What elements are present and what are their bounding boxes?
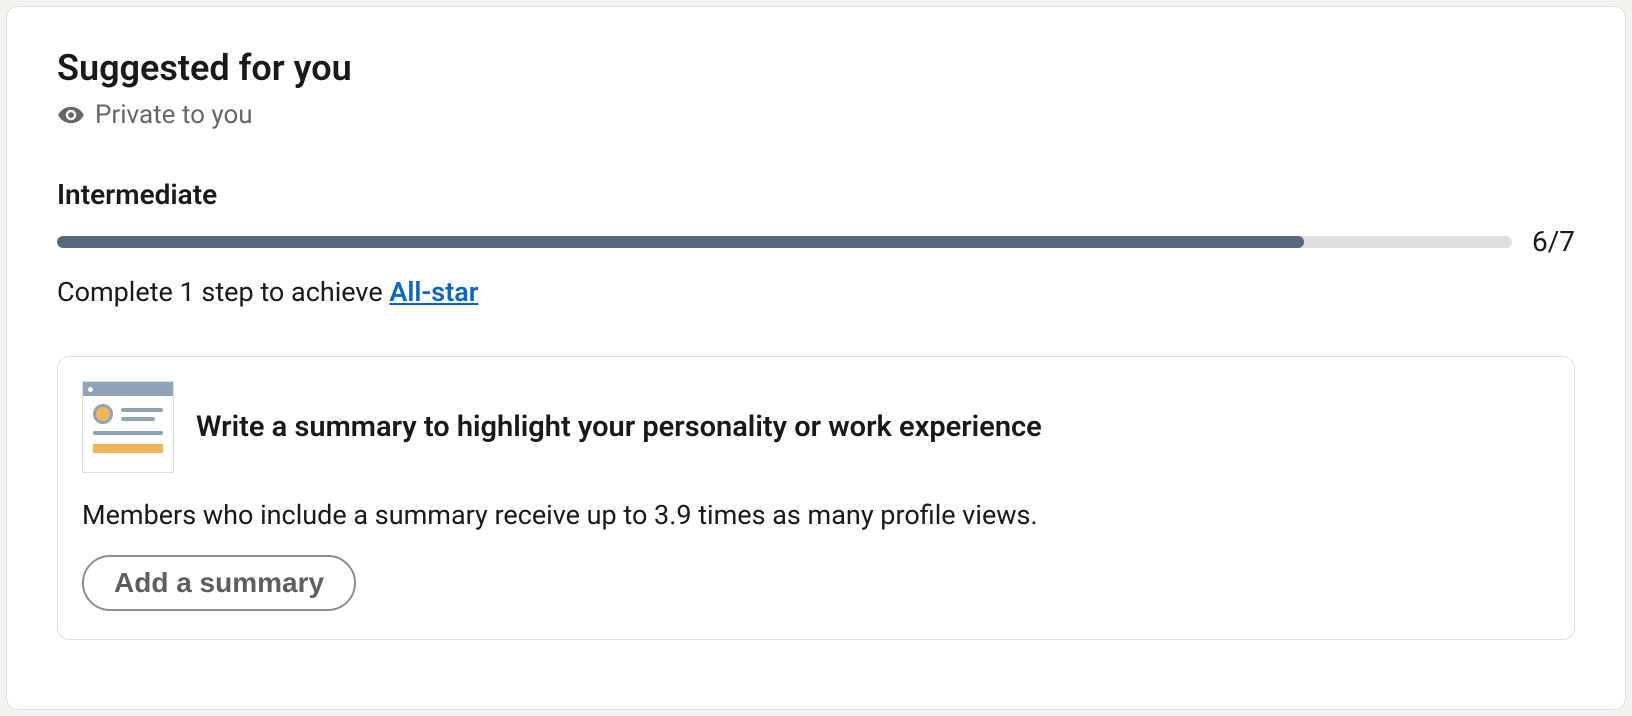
suggestion-header: Write a summary to highlight your person…	[82, 381, 1550, 473]
progress-count: 6/7	[1532, 225, 1575, 258]
suggestion-description: Members who include a summary receive up…	[82, 499, 1550, 531]
progress-track	[57, 236, 1512, 248]
suggestion-card: Write a summary to highlight your person…	[57, 356, 1575, 640]
profile-summary-icon	[82, 381, 174, 473]
progress-step-prefix: Complete 1 step to achieve	[57, 276, 389, 308]
suggested-for-you-card: Suggested for you Private to you Interme…	[6, 6, 1626, 710]
privacy-row: Private to you	[57, 100, 1575, 130]
add-summary-button[interactable]: Add a summary	[82, 555, 356, 611]
progress-row: 6/7	[57, 225, 1575, 258]
progress-fill	[57, 236, 1304, 248]
eye-icon	[57, 101, 85, 129]
privacy-label: Private to you	[95, 100, 253, 130]
progress-level-label: Intermediate	[57, 178, 1575, 211]
section-title: Suggested for you	[57, 47, 1575, 90]
all-star-link[interactable]: All-star	[389, 276, 478, 308]
suggestion-title: Write a summary to highlight your person…	[196, 410, 1042, 444]
progress-step-text: Complete 1 step to achieve All-star	[57, 276, 1575, 308]
